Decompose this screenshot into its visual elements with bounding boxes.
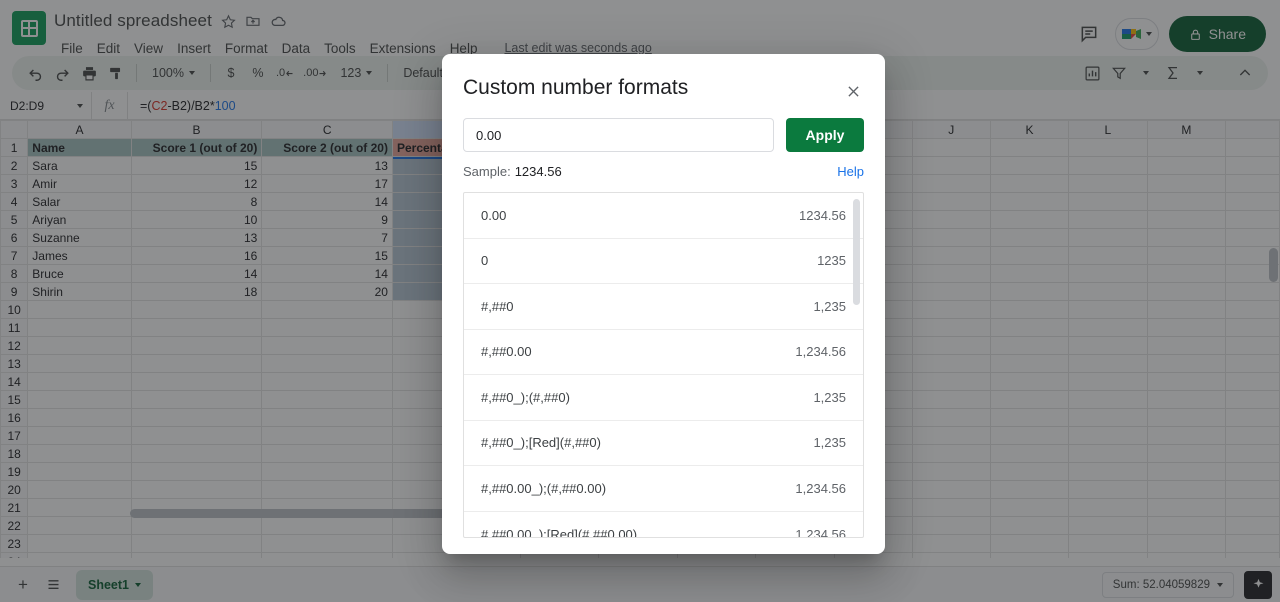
format-pattern: #,##0_);[Red](#,##0) — [481, 435, 601, 451]
format-sample: 1235 — [817, 253, 846, 269]
format-pattern: 0 — [481, 253, 489, 269]
help-link[interactable]: Help — [837, 164, 864, 179]
sample-label: Sample: — [463, 164, 511, 179]
format-sample: 1,235 — [813, 298, 846, 314]
dialog-title: Custom number formats — [463, 76, 689, 99]
google-sheets-app: Untitled spreadsheet — [0, 0, 1280, 602]
format-option-5[interactable]: #,##0_);[Red](#,##0) 1,235 — [464, 421, 863, 466]
sample-text: Sample: 1234.56 — [463, 164, 562, 179]
format-sample: 1,234.56 — [795, 526, 846, 537]
dialog-input-row: Apply — [442, 103, 885, 152]
format-option-4[interactable]: #,##0_);(#,##0) 1,235 — [464, 375, 863, 421]
dialog-sample-row: Sample: 1234.56 Help — [442, 152, 885, 192]
format-list-container: 0.00 1234.56 0 1235 #,##0 1,235 #,##0.00… — [463, 192, 864, 538]
format-option-0[interactable]: 0.00 1234.56 — [464, 193, 863, 239]
format-sample: 1,235 — [813, 435, 846, 451]
format-list-scrollbar[interactable] — [853, 199, 860, 305]
format-pattern: #,##0.00_);(#,##0.00) — [481, 480, 607, 496]
format-list[interactable]: 0.00 1234.56 0 1235 #,##0 1,235 #,##0.00… — [464, 193, 863, 537]
custom-number-formats-dialog: Custom number formats Apply Sample:1234.… — [442, 54, 885, 554]
format-pattern: 0.00 — [481, 207, 507, 223]
format-option-2[interactable]: #,##0 1,235 — [464, 284, 863, 330]
format-pattern: #,##0_);(#,##0) — [481, 389, 570, 405]
format-pattern: #,##0.00_);[Red](#,##0.00) — [481, 526, 638, 537]
format-option-7[interactable]: #,##0.00_);[Red](#,##0.00) 1,234.56 — [464, 512, 863, 537]
format-option-6[interactable]: #,##0.00_);(#,##0.00) 1,234.56 — [464, 466, 863, 512]
format-sample: 1234.56 — [799, 207, 846, 223]
format-sample: 1,234.56 — [795, 480, 846, 496]
format-sample: 1,234.56 — [795, 344, 846, 360]
format-pattern: #,##0 — [481, 298, 514, 314]
format-option-3[interactable]: #,##0.00 1,234.56 — [464, 330, 863, 375]
custom-format-input[interactable] — [463, 118, 774, 152]
dialog-header: Custom number formats — [442, 54, 885, 103]
close-icon[interactable] — [841, 79, 865, 103]
apply-button[interactable]: Apply — [786, 118, 864, 152]
format-sample: 1,235 — [813, 389, 846, 405]
format-option-1[interactable]: 0 1235 — [464, 239, 863, 284]
format-pattern: #,##0.00 — [481, 344, 532, 360]
sample-value: 1234.56 — [514, 164, 562, 179]
